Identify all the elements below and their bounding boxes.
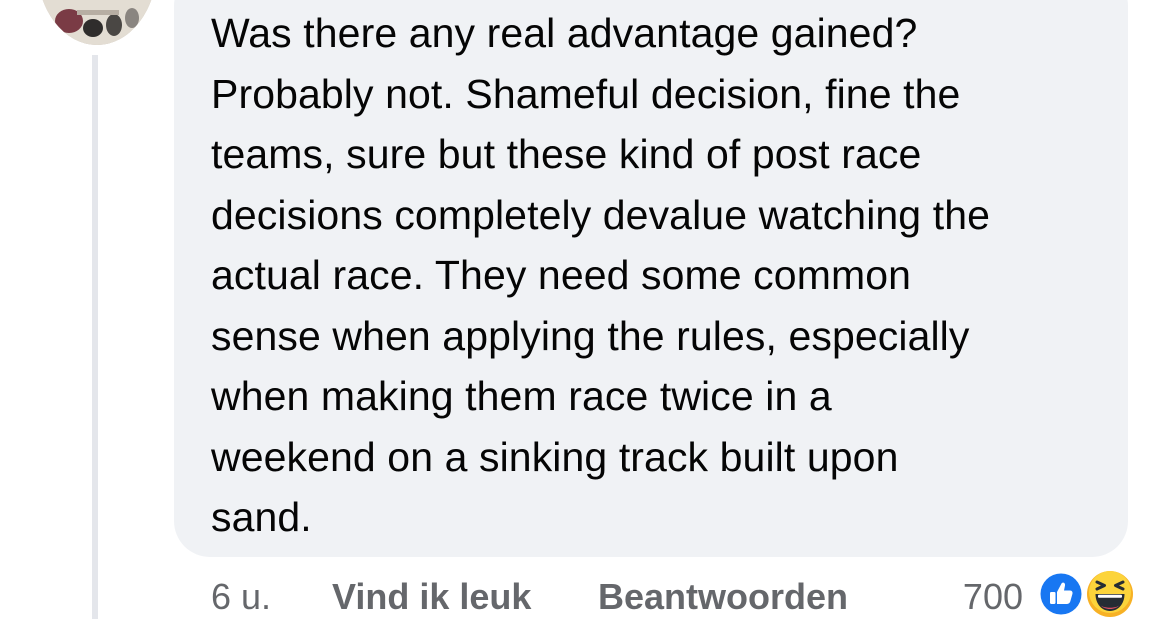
reply-button[interactable]: Beantwoorden <box>598 575 848 619</box>
avatar[interactable] <box>37 0 157 45</box>
like-icon <box>1037 570 1085 618</box>
comment-bubble: Was there any real advantage gained? Pro… <box>174 0 1128 557</box>
like-button[interactable]: Vind ik leuk <box>332 575 531 619</box>
haha-icon <box>1086 570 1134 618</box>
comment-text: Was there any real advantage gained? Pro… <box>211 10 990 540</box>
reaction-summary[interactable] <box>1037 570 1137 618</box>
comment-timestamp[interactable]: 6 u. <box>211 575 271 619</box>
comment-view: Was there any real advantage gained? Pro… <box>0 0 1170 619</box>
avatar-photo <box>37 0 157 45</box>
thread-line <box>92 55 98 619</box>
reaction-count[interactable]: 700 <box>963 575 1023 619</box>
